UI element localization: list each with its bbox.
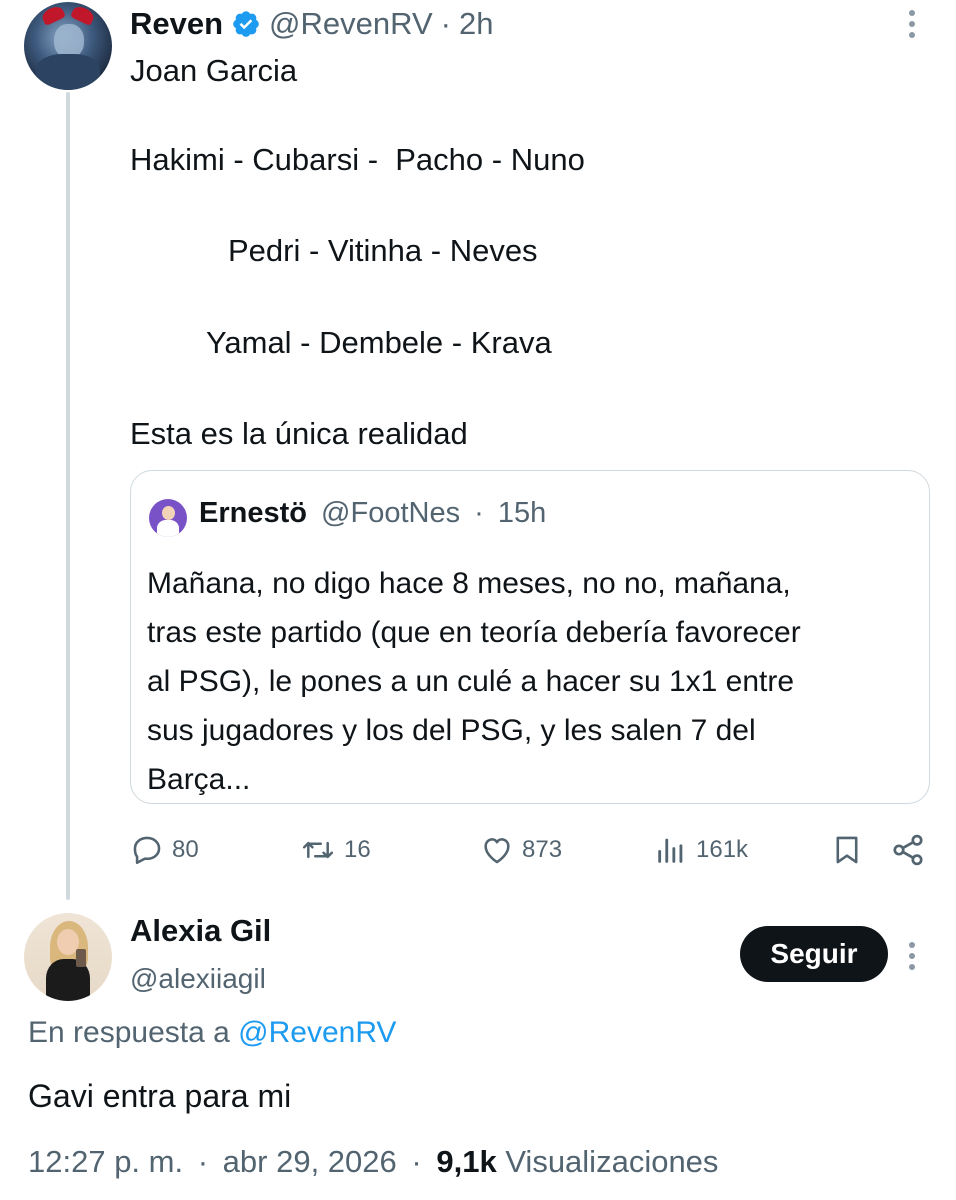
views-count: 161k xyxy=(696,836,749,863)
tweet-header: Reven @RevenRV · 2h xyxy=(130,4,493,44)
retweet-count: 16 xyxy=(344,836,371,863)
timestamp[interactable]: 12:27 p. m. xyxy=(28,1144,183,1179)
tweet-text-line: Joan Garcia xyxy=(130,53,298,88)
analytics-icon xyxy=(658,838,683,863)
reply-button[interactable]: 80 xyxy=(130,832,199,868)
bookmark-button[interactable] xyxy=(830,832,864,868)
quoted-tweet-header: Ernestö @FootNes · 15h xyxy=(199,497,546,530)
tweet-text-line: Hakimi - Cubarsi - Pacho - Nuno xyxy=(130,142,585,177)
date[interactable]: abr 29, 2026 xyxy=(223,1144,397,1179)
avatar[interactable] xyxy=(24,913,112,1001)
handle[interactable]: @RevenRV xyxy=(269,6,433,42)
views-button[interactable]: 161k xyxy=(654,832,748,868)
share-button[interactable] xyxy=(890,832,926,868)
handle[interactable]: @alexiiagil xyxy=(130,963,266,995)
reply-target-link[interactable]: @RevenRV xyxy=(238,1016,396,1049)
share-icon xyxy=(893,834,923,866)
quoted-handle[interactable]: @FootNes xyxy=(321,497,460,529)
heart-icon xyxy=(484,838,510,864)
retweet-icon xyxy=(302,841,334,859)
more-options-icon[interactable] xyxy=(908,942,916,970)
thread-connector-line xyxy=(66,92,70,900)
more-options-icon[interactable] xyxy=(908,10,916,38)
reply-icon xyxy=(133,836,161,865)
tweet-text-line: Yamal - Dembele - Krava xyxy=(206,325,552,360)
reply-count: 80 xyxy=(172,836,199,863)
quoted-tweet-card[interactable]: Ernestö @FootNes · 15h Mañana, no digo h… xyxy=(130,470,930,804)
quoted-timestamp: 15h xyxy=(497,497,547,529)
display-name[interactable]: Reven xyxy=(130,6,223,42)
avatar[interactable] xyxy=(24,2,112,90)
like-button[interactable]: 873 xyxy=(480,832,562,868)
separator-dot: · xyxy=(474,497,484,529)
separator-dot: · xyxy=(197,1144,209,1179)
timestamp[interactable]: 2h xyxy=(459,6,493,42)
reply-prefix: En respuesta a xyxy=(28,1016,230,1049)
separator-dot: · xyxy=(411,1144,422,1179)
tweet-text-line: Pedri - Vitinha - Neves xyxy=(228,233,538,268)
tweet-text-line: Esta es la única realidad xyxy=(130,416,468,451)
views-count: 9,1k xyxy=(436,1144,497,1179)
quoted-display-name[interactable]: Ernestö xyxy=(199,497,307,529)
separator-dot: · xyxy=(440,6,451,41)
follow-button[interactable]: Seguir xyxy=(740,926,888,982)
like-count: 873 xyxy=(522,836,563,863)
verified-badge-icon xyxy=(233,11,259,37)
display-name[interactable]: Alexia Gil xyxy=(130,913,271,949)
reply-context: En respuesta a @RevenRV xyxy=(28,1016,396,1050)
tweet-text: Gavi entra para mi xyxy=(28,1078,292,1114)
quoted-tweet-text: Mañana, no digo hace 8 meses, no no, mañ… xyxy=(147,567,801,796)
tweet-metadata: 12:27 p. m. · abr 29, 2026 · 9,1k Visual… xyxy=(28,1144,718,1180)
retweet-button[interactable]: 16 xyxy=(300,832,371,868)
views-label: Visualizaciones xyxy=(505,1144,719,1179)
quoted-avatar[interactable] xyxy=(149,499,187,537)
bookmark-icon xyxy=(836,836,858,864)
